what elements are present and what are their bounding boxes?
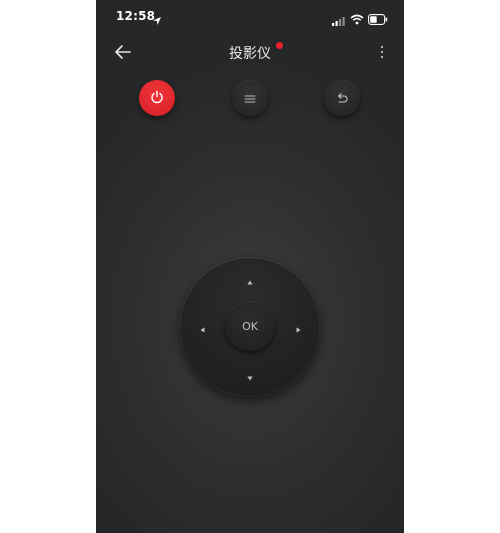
battery-icon [368, 10, 388, 29]
menu-icon [244, 89, 256, 108]
dpad-right-button[interactable] [288, 317, 308, 337]
power-button[interactable] [139, 80, 175, 116]
arrow-right-icon [296, 318, 301, 337]
dpad-left-button[interactable] [192, 317, 212, 337]
ok-button[interactable]: OK [225, 301, 275, 351]
remote-screen: 12:58 投影仪 OK [96, 0, 404, 533]
location-arrow-icon [152, 11, 162, 30]
dpad-down-button[interactable] [240, 365, 260, 385]
arrow-down-icon [247, 366, 253, 385]
arrow-left-icon [200, 318, 205, 337]
dpad-up-button[interactable] [240, 269, 260, 289]
page-title: 投影仪 [229, 46, 271, 62]
status-indicator-dot [276, 42, 283, 49]
menu-button[interactable] [232, 80, 268, 116]
signal-icon [332, 11, 346, 30]
arrow-up-icon [247, 270, 253, 289]
return-icon [335, 89, 349, 108]
more-button[interactable] [376, 44, 388, 60]
ok-label: OK [242, 319, 258, 333]
return-button[interactable] [324, 80, 360, 116]
status-time: 12:58 [116, 9, 156, 23]
direction-pad: OK [180, 257, 320, 397]
wifi-icon [350, 10, 364, 29]
power-icon [150, 89, 164, 108]
